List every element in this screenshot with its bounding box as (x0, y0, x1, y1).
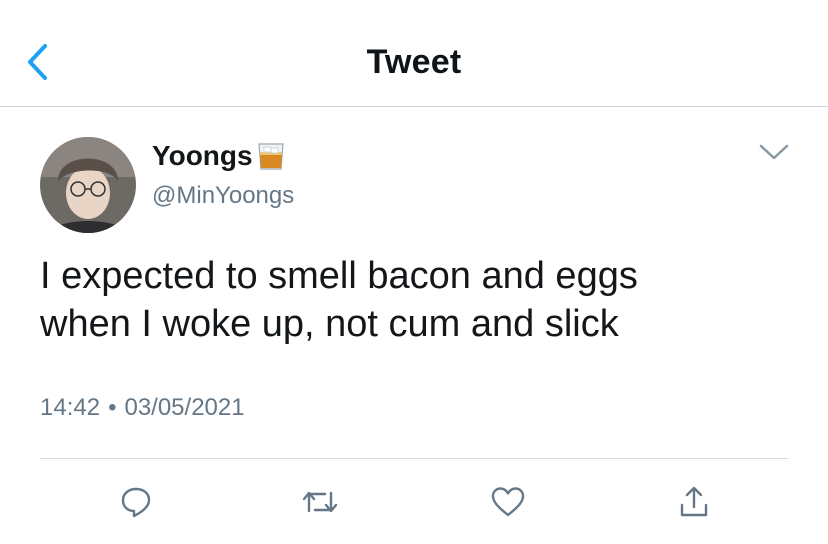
like-button[interactable] (486, 480, 530, 524)
reply-button[interactable] (114, 480, 158, 524)
share-button[interactable] (672, 480, 716, 524)
tweet-text-line: when I woke up, not cum and slick (40, 303, 619, 345)
tweet-time: 14:42 (40, 394, 101, 421)
user-handle: @MinYoongs (152, 182, 295, 209)
retweet-icon (302, 491, 338, 513)
page-title: Tweet (366, 43, 462, 81)
reply-icon (121, 487, 151, 518)
avatar[interactable] (40, 137, 136, 233)
retweet-button[interactable] (298, 480, 342, 524)
separator-dot: • (108, 394, 117, 421)
tweet-text-line: I expected to smell bacon and eggs (40, 255, 638, 297)
share-icon (680, 486, 708, 517)
tweet-text: I expected to smell bacon and eggs when … (40, 252, 780, 348)
more-options-button[interactable] (756, 140, 792, 164)
navigation-bar: Tweet (0, 0, 828, 107)
tweet-timestamp: 14:42 • 03/05/2021 (40, 394, 245, 422)
action-bar (0, 480, 828, 524)
tumbler-glass-icon (255, 140, 287, 172)
like-icon (491, 487, 525, 517)
divider (40, 458, 788, 459)
display-name: Yoongs (152, 140, 253, 171)
tweet-date: 03/05/2021 (124, 394, 245, 421)
chevron-down-icon (759, 144, 789, 160)
profile-photo (40, 137, 136, 233)
author-name-row[interactable]: Yoongs (152, 140, 287, 172)
